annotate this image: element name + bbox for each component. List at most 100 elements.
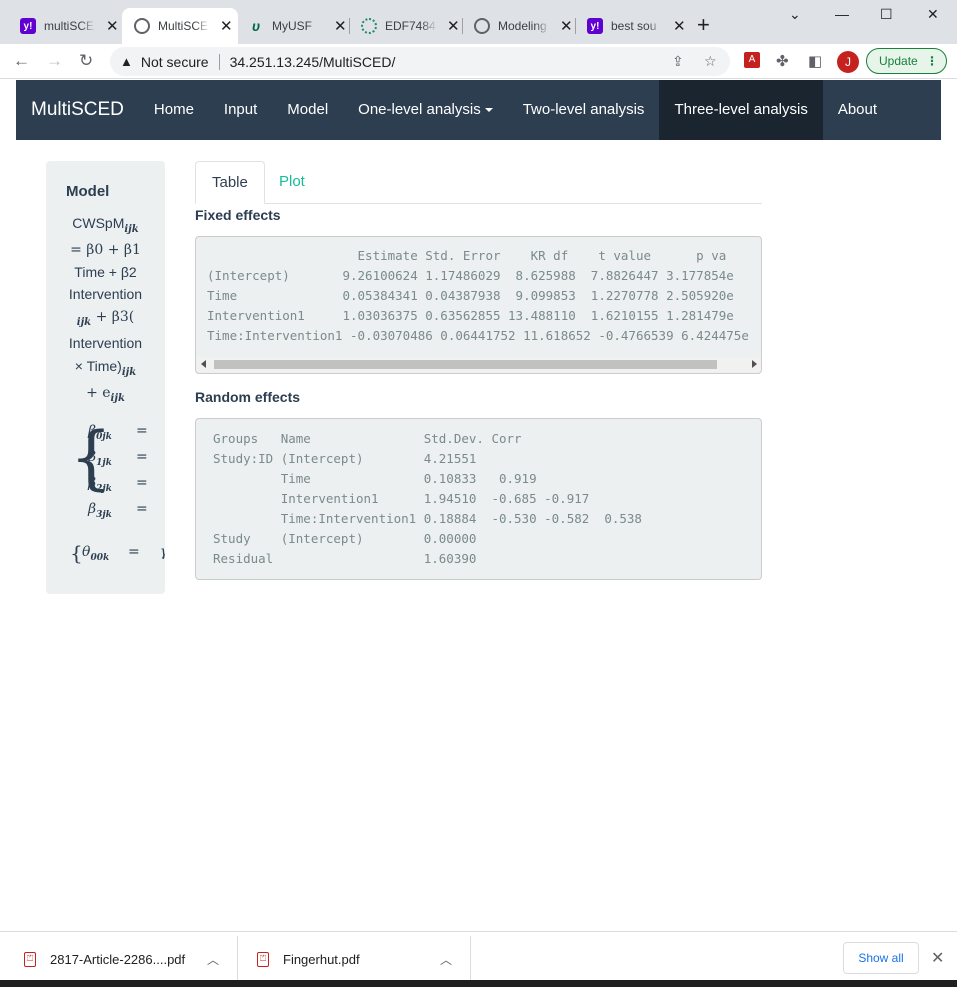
random-effects-heading: Random effects [195, 389, 301, 405]
nav-two-level[interactable]: Two-level analysis [508, 80, 660, 140]
reload-icon[interactable]: ↻ [79, 51, 93, 71]
nav-one-level-dropdown[interactable]: One-level analysis [343, 80, 508, 140]
browser-tab-edf7484[interactable]: EDF7484 ✕ [349, 8, 460, 44]
close-tab-icon[interactable]: ✕ [673, 17, 686, 35]
formula-text: + e [86, 384, 111, 401]
security-label[interactable]: Not secure [141, 54, 209, 70]
model-formula: CWSpMijk = β0 + β1 Time + β2 Interventio… [46, 213, 165, 409]
close-tab-icon[interactable]: ✕ [220, 17, 233, 35]
pdf-file-icon: ⏍ [24, 951, 36, 967]
tab-title: MultiSCE [158, 19, 209, 33]
browser-tab-modeling[interactable]: Modeling ✕ [462, 8, 573, 44]
side-panel-icon[interactable]: ◧ [808, 52, 822, 70]
brand-logo[interactable]: MultiSCED [16, 99, 139, 121]
formula-line-4: Intervention [46, 284, 165, 307]
fixed-effects-output[interactable]: Estimate Std. Error KR df t value p va (… [195, 236, 762, 374]
scrollbar-thumb[interactable] [214, 360, 717, 369]
browser-toolbar: ← → ↻ ▲ Not secure 34.251.13.245/MultiSC… [0, 44, 957, 79]
result-tabs: Table Plot [195, 161, 762, 204]
show-all-button[interactable]: Show all [843, 942, 919, 974]
nav-three-level[interactable]: Three-level analysis [659, 80, 823, 140]
formula-text: CWSpM [72, 215, 125, 231]
formula-text: Intervention [68, 335, 143, 352]
lhs-sub: 2jk [96, 483, 112, 494]
nav-model[interactable]: Model [272, 80, 343, 140]
tab-plot[interactable]: Plot [263, 161, 321, 204]
bookmark-star-icon[interactable]: ☆ [704, 53, 717, 70]
pdf-file-icon: ⏍ [257, 951, 269, 967]
tab-title: MyUSF [272, 19, 312, 33]
formula-line-5: ijk + β3( [76, 308, 135, 328]
download-divider [237, 936, 238, 982]
forward-arrow-icon[interactable]: → [46, 51, 63, 71]
tab-search-chevron-icon[interactable]: ⌄ [789, 6, 801, 23]
level3-equation: { θ00k = γ000 [70, 541, 165, 565]
nav-input[interactable]: Input [209, 80, 272, 140]
profile-avatar[interactable]: J [837, 51, 859, 73]
equals: = [136, 501, 148, 517]
lhs-sub: 3jk [96, 509, 112, 520]
tab-title: EDF7484 [385, 19, 436, 33]
browser-tab-best-sources[interactable]: y! best sou ✕ [575, 8, 686, 44]
canvas-icon [361, 18, 377, 34]
formula-line-6: Intervention [46, 333, 165, 356]
lhs-sub: 0jk [96, 431, 112, 442]
pdf-extension-icon[interactable]: A [744, 52, 760, 68]
back-arrow-icon[interactable]: ← [13, 51, 30, 71]
yahoo-icon: y! [20, 18, 36, 34]
close-tab-icon[interactable]: ✕ [560, 17, 573, 35]
lhs-sub: 1jk [96, 457, 112, 468]
nav-about[interactable]: About [823, 80, 892, 140]
browser-tab-myusf[interactable]: υ MyUSF ✕ [236, 8, 347, 44]
nav-home[interactable]: Home [139, 80, 209, 140]
browser-tab-multisced-yahoo[interactable]: y! multiSCE ✕ [8, 8, 119, 44]
equals: = [136, 423, 148, 439]
rhs: γ [160, 544, 165, 560]
maximize-icon[interactable]: ☐ [880, 6, 893, 23]
minimize-icon[interactable]: — [835, 6, 849, 22]
sidebar-title: Model [66, 183, 110, 200]
address-bar[interactable]: ▲ Not secure 34.251.13.245/MultiSCED/ ⇪ … [110, 47, 730, 76]
browser-tab-multisced[interactable]: MultiSCE ✕ [122, 8, 238, 44]
download-item[interactable]: ⏍ 2817-Article-2286....pdf ︿ [24, 932, 234, 986]
globe-icon [474, 18, 490, 34]
nav-one-level-label: One-level analysis [358, 101, 481, 118]
equals: = [128, 544, 140, 560]
scroll-right-arrow-icon[interactable] [752, 360, 757, 368]
fixed-effects-text: Estimate Std. Error KR df t value p va (… [207, 248, 749, 343]
tab-title: Modeling [498, 19, 547, 33]
tab-title: best sou [611, 19, 657, 33]
yahoo-icon: y! [587, 18, 603, 34]
close-tab-icon[interactable]: ✕ [447, 17, 460, 35]
formula-text: × Time) [74, 357, 122, 374]
close-tab-icon[interactable]: ✕ [106, 17, 119, 35]
scroll-left-arrow-icon[interactable] [201, 360, 206, 368]
formula-line-2: = β0 + β1 [46, 240, 165, 262]
random-effects-text: Groups Name Std.Dev. Corr Study:ID (Inte… [213, 431, 642, 566]
extensions-puzzle-icon[interactable]: ✤ [776, 52, 789, 70]
new-tab-plus-icon[interactable]: + [697, 12, 710, 38]
url-text[interactable]: 34.251.13.245/MultiSCED/ [230, 54, 396, 70]
warning-triangle-icon: ▲ [120, 54, 133, 69]
horizontal-scrollbar[interactable] [197, 357, 761, 372]
lhs: β [88, 475, 97, 491]
lhs: β [88, 501, 97, 517]
share-icon[interactable]: ⇪ [672, 53, 684, 70]
close-tab-icon[interactable]: ✕ [334, 17, 347, 35]
formula-text: = β0 + β1 [70, 242, 141, 259]
close-window-icon[interactable]: ✕ [927, 6, 939, 23]
close-download-bar-icon[interactable]: ✕ [931, 948, 944, 968]
equals: = [136, 475, 148, 491]
formula-line-1: CWSpMijk [72, 215, 139, 235]
left-brace: { [70, 541, 83, 565]
chevron-up-icon[interactable]: ︿ [207, 951, 219, 968]
update-label: Update [879, 54, 918, 68]
fixed-effects-heading: Fixed effects [195, 207, 281, 223]
chevron-up-icon[interactable]: ︿ [440, 951, 452, 968]
tab-table[interactable]: Table [195, 161, 265, 204]
update-button[interactable]: Update ⋮ [866, 48, 947, 74]
os-taskbar [0, 980, 957, 987]
download-item[interactable]: ⏍ Fingerhut.pdf ︿ [257, 932, 467, 986]
download-filename: Fingerhut.pdf [283, 951, 360, 967]
browser-tab-strip: y! multiSCE ✕ MultiSCE ✕ υ MyUSF ✕ EDF74… [0, 0, 957, 44]
